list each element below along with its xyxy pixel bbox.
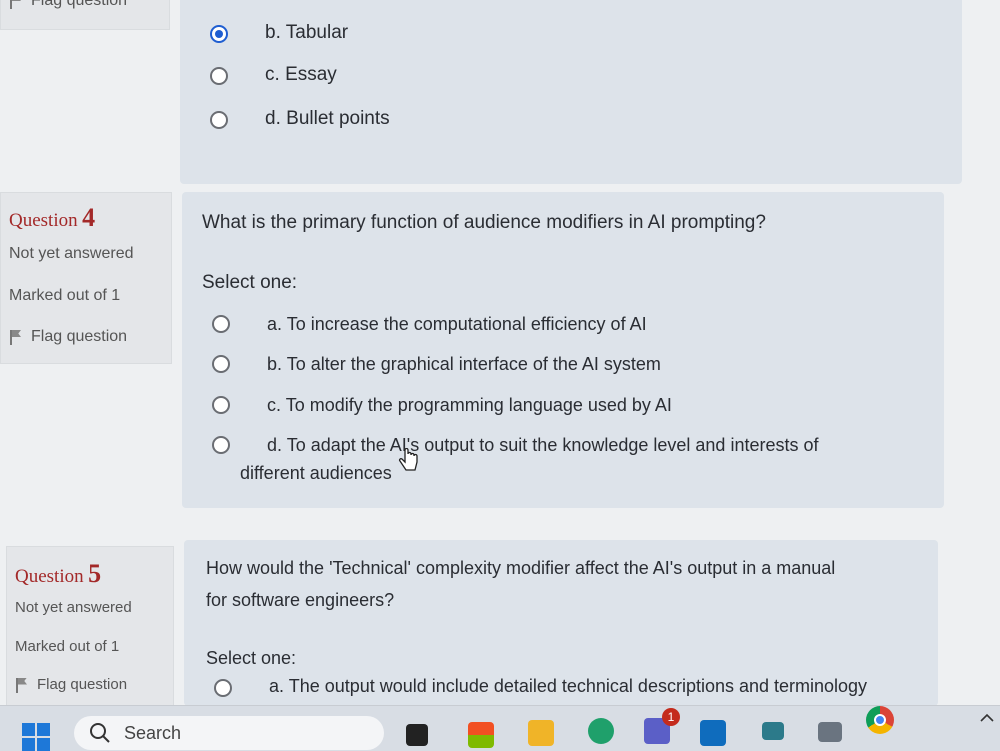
question-number: 5 xyxy=(88,559,102,588)
chrome-browser-icon[interactable] xyxy=(866,706,894,734)
task-view-icon[interactable] xyxy=(406,724,428,746)
flag-label: Flag question xyxy=(31,328,128,345)
option-text-continued: different audiences xyxy=(240,463,392,483)
option-letter: b. xyxy=(267,354,283,374)
radio[interactable] xyxy=(210,67,228,85)
flag-icon xyxy=(9,329,23,345)
radio[interactable] xyxy=(210,111,228,129)
option-text: Tabular xyxy=(285,22,349,43)
marked-out-of: Marked out of 1 xyxy=(9,287,121,304)
option-letter: c. xyxy=(265,64,280,85)
option-letter: d. xyxy=(267,435,283,455)
answer-status: Not yet answered xyxy=(9,245,134,262)
chevron-up-icon[interactable] xyxy=(980,712,994,722)
radio[interactable] xyxy=(212,315,230,333)
option-letter: d. xyxy=(265,108,281,129)
option-text: To modify the programming language used … xyxy=(285,395,672,415)
option-text: Essay xyxy=(285,64,337,85)
search-label: Search xyxy=(124,722,182,743)
question-number: 4 xyxy=(82,203,96,232)
radio[interactable] xyxy=(212,436,230,454)
option-letter: a. xyxy=(269,676,285,696)
flag-label: Flag question xyxy=(31,0,128,9)
teams-icon[interactable]: 1 xyxy=(644,708,680,744)
question-4-content: What is the primary function of audience… xyxy=(182,192,944,508)
radio-selected[interactable] xyxy=(210,25,228,43)
select-one-label: Select one: xyxy=(206,648,297,668)
taskbar: Search 1 xyxy=(0,705,1000,751)
question-text: What is the primary function of audience… xyxy=(202,212,766,233)
microsoft-store-icon[interactable] xyxy=(468,722,494,748)
teams-notification-badge: 1 xyxy=(662,708,680,726)
question-4-info: Question 4 Not yet answered Marked out o… xyxy=(0,192,172,364)
option-text: To alter the graphical interface of the … xyxy=(286,354,661,374)
hand-cursor-icon xyxy=(398,448,418,471)
laptop-app-icon[interactable] xyxy=(762,722,784,740)
prev-question-info: Flag question xyxy=(0,0,170,30)
flag-label: Flag question xyxy=(37,676,128,693)
question-text-line-2: for software engineers? xyxy=(206,590,395,610)
search-icon xyxy=(90,723,110,743)
windows-start-icon[interactable] xyxy=(22,723,52,751)
option-letter: a. xyxy=(267,314,283,334)
option-text: To increase the computational efficiency… xyxy=(286,314,647,334)
prev-question-content: b. Tabular c. Essay d. Bullet points xyxy=(180,0,962,184)
question-5-info: Question 5 Not yet answered Marked out o… xyxy=(6,546,174,706)
radio[interactable] xyxy=(214,679,232,697)
question-label: Question xyxy=(15,566,84,587)
marked-out-of: Marked out of 1 xyxy=(15,638,120,655)
question-5-content: How would the 'Technical' complexity mod… xyxy=(184,540,938,706)
select-one-label: Select one: xyxy=(202,272,298,293)
taskbar-search-box[interactable]: Search xyxy=(74,716,384,750)
file-explorer-icon[interactable] xyxy=(528,720,554,746)
question-4-title: Question 4 xyxy=(9,203,95,233)
edge-browser-icon[interactable] xyxy=(588,718,614,744)
option-text: To adapt the AI's output to suit the kno… xyxy=(286,435,819,455)
option-text: Bullet points xyxy=(286,108,390,129)
question-label: Question xyxy=(9,210,78,231)
radio[interactable] xyxy=(212,355,230,373)
question-5-title: Question 5 xyxy=(15,559,101,589)
flag-icon xyxy=(15,677,29,693)
snipping-tool-icon[interactable] xyxy=(818,722,842,742)
flag-question-link[interactable]: Flag question xyxy=(9,0,127,10)
flag-icon xyxy=(9,0,23,9)
answer-status: Not yet answered xyxy=(15,599,132,616)
outlook-icon[interactable] xyxy=(700,720,726,746)
flag-question-link[interactable]: Flag question xyxy=(15,676,127,693)
option-letter: c. xyxy=(267,395,282,415)
option-letter: b. xyxy=(265,22,281,43)
question-text-line-1: How would the 'Technical' complexity mod… xyxy=(206,558,836,578)
flag-question-link[interactable]: Flag question xyxy=(9,328,127,346)
radio[interactable] xyxy=(212,396,230,414)
option-text: The output would include detailed techni… xyxy=(288,676,868,696)
